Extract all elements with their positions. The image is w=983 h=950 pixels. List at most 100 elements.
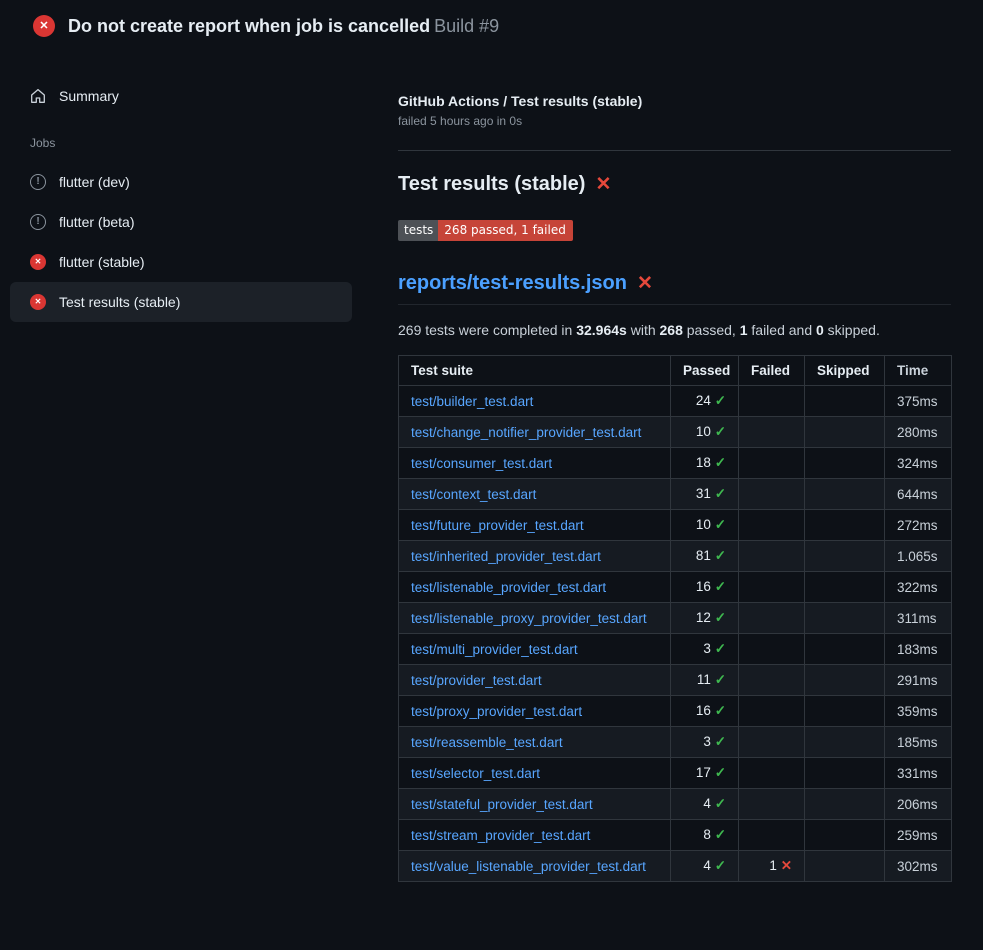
test-suite-link[interactable]: test/listenable_provider_test.dart	[411, 580, 606, 595]
table-row: test/stateful_provider_test.dart4 ✓206ms	[399, 789, 952, 820]
test-suite-link[interactable]: test/multi_provider_test.dart	[411, 642, 578, 657]
test-suite-link[interactable]: test/future_provider_test.dart	[411, 518, 584, 533]
job-label: flutter (dev)	[59, 174, 130, 190]
skipped-cell	[805, 758, 885, 789]
passed-cell: 16 ✓	[671, 572, 739, 603]
time-cell: 1.065s	[885, 541, 952, 572]
test-suite-link[interactable]: test/inherited_provider_test.dart	[411, 549, 601, 564]
report-file-link[interactable]: reports/test-results.json	[398, 271, 627, 295]
suite-cell: test/change_notifier_provider_test.dart	[399, 417, 671, 448]
check-icon: ✓	[715, 610, 726, 625]
tests-badge: tests 268 passed, 1 failed	[398, 220, 573, 241]
test-suite-link[interactable]: test/consumer_test.dart	[411, 456, 552, 471]
suite-cell: test/provider_test.dart	[399, 665, 671, 696]
build-number: Build #9	[434, 16, 499, 36]
passed-cell: 10 ✓	[671, 510, 739, 541]
failed-status-icon: ✕	[30, 254, 46, 270]
home-icon	[30, 88, 46, 104]
failed-cell	[739, 820, 805, 851]
header-failed: Failed	[739, 356, 805, 386]
time-cell: 644ms	[885, 479, 952, 510]
suite-cell: test/consumer_test.dart	[399, 448, 671, 479]
suite-cell: test/listenable_proxy_provider_test.dart	[399, 603, 671, 634]
check-icon: ✓	[715, 734, 726, 749]
time-cell: 324ms	[885, 448, 952, 479]
check-section-title: Test results (stable) ✕	[398, 173, 951, 196]
failed-cell	[739, 665, 805, 696]
check-icon: ✓	[715, 548, 726, 563]
suite-cell: test/value_listenable_provider_test.dart	[399, 851, 671, 882]
skipped-cell	[805, 696, 885, 727]
suite-cell: test/multi_provider_test.dart	[399, 634, 671, 665]
suite-cell: test/reassemble_test.dart	[399, 727, 671, 758]
check-icon: ✓	[715, 579, 726, 594]
passed-cell: 3 ✓	[671, 634, 739, 665]
failed-cell	[739, 572, 805, 603]
skipped-cell	[805, 448, 885, 479]
test-suite-link[interactable]: test/change_notifier_provider_test.dart	[411, 425, 641, 440]
check-icon: ✓	[715, 703, 726, 718]
job-label: flutter (beta)	[59, 214, 134, 230]
time-cell: 259ms	[885, 820, 952, 851]
test-suite-link[interactable]: test/stateful_provider_test.dart	[411, 797, 593, 812]
suite-cell: test/future_provider_test.dart	[399, 510, 671, 541]
sidebar-item-flutter-dev[interactable]: ! flutter (dev)	[10, 162, 352, 202]
header-skipped: Skipped	[805, 356, 885, 386]
test-suite-link[interactable]: test/builder_test.dart	[411, 394, 533, 409]
passed-cell: 4 ✓	[671, 789, 739, 820]
skipped-cell	[805, 510, 885, 541]
results-table-body: test/builder_test.dart24 ✓375mstest/chan…	[399, 386, 952, 882]
sidebar-item-flutter-beta[interactable]: ! flutter (beta)	[10, 202, 352, 242]
failed-x-icon: ✕	[595, 175, 611, 194]
test-suite-link[interactable]: test/listenable_proxy_provider_test.dart	[411, 611, 647, 626]
suite-cell: test/stream_provider_test.dart	[399, 820, 671, 851]
skipped-cell	[805, 665, 885, 696]
test-suite-link[interactable]: test/context_test.dart	[411, 487, 536, 502]
suite-cell: test/listenable_provider_test.dart	[399, 572, 671, 603]
table-header-row: Test suite Passed Failed Skipped Time	[399, 356, 952, 386]
failed-x-icon: ✕	[637, 274, 653, 293]
passed-cell: 12 ✓	[671, 603, 739, 634]
passed-cell: 11 ✓	[671, 665, 739, 696]
passed-cell: 17 ✓	[671, 758, 739, 789]
skipped-cell	[805, 541, 885, 572]
table-row: test/provider_test.dart11 ✓291ms	[399, 665, 952, 696]
check-run-header: ✕ Do not create report when job is cance…	[0, 0, 983, 49]
skipped-cell	[805, 417, 885, 448]
sidebar-item-summary[interactable]: Summary	[10, 76, 352, 116]
failed-cell	[739, 758, 805, 789]
failed-cell	[739, 479, 805, 510]
time-cell: 272ms	[885, 510, 952, 541]
time-cell: 311ms	[885, 603, 952, 634]
table-row: test/reassemble_test.dart3 ✓185ms	[399, 727, 952, 758]
failed-cell	[739, 386, 805, 417]
test-suite-link[interactable]: test/value_listenable_provider_test.dart	[411, 859, 646, 874]
failed-cell	[739, 448, 805, 479]
test-suite-link[interactable]: test/provider_test.dart	[411, 673, 542, 688]
test-suite-link[interactable]: test/selector_test.dart	[411, 766, 540, 781]
table-row: test/future_provider_test.dart 10 ✓ 272ms	[399, 510, 952, 541]
table-row: test/listenable_proxy_provider_test.dart…	[399, 603, 952, 634]
table-row: test/listenable_provider_test.dart16 ✓32…	[399, 572, 952, 603]
header-time: Time	[885, 356, 952, 386]
table-row: test/proxy_provider_test.dart16 ✓359ms	[399, 696, 952, 727]
failed-cell	[739, 696, 805, 727]
skipped-cell	[805, 603, 885, 634]
test-summary-line: 269 tests were completed in 32.964s with…	[398, 322, 951, 338]
failed-status-icon: ✕	[30, 294, 46, 310]
neutral-status-icon: !	[30, 214, 46, 230]
test-suite-link[interactable]: test/reassemble_test.dart	[411, 735, 563, 750]
test-suite-link[interactable]: test/stream_provider_test.dart	[411, 828, 590, 843]
sidebar-item-test-results-stable[interactable]: ✕ Test results (stable)	[10, 282, 352, 322]
test-suite-link[interactable]: test/proxy_provider_test.dart	[411, 704, 582, 719]
passed-cell: 24 ✓	[671, 386, 739, 417]
header-test-suite: Test suite	[399, 356, 671, 386]
check-icon: ✓	[715, 393, 726, 408]
check-icon: ✓	[715, 486, 726, 501]
breadcrumb: GitHub Actions / Test results (stable)	[398, 93, 951, 109]
suite-cell: test/inherited_provider_test.dart	[399, 541, 671, 572]
passed-cell: 31 ✓	[671, 479, 739, 510]
table-row: test/inherited_provider_test.dart81 ✓1.0…	[399, 541, 952, 572]
sidebar-item-flutter-stable[interactable]: ✕ flutter (stable)	[10, 242, 352, 282]
check-run-content: GitHub Actions / Test results (stable) f…	[362, 49, 983, 882]
